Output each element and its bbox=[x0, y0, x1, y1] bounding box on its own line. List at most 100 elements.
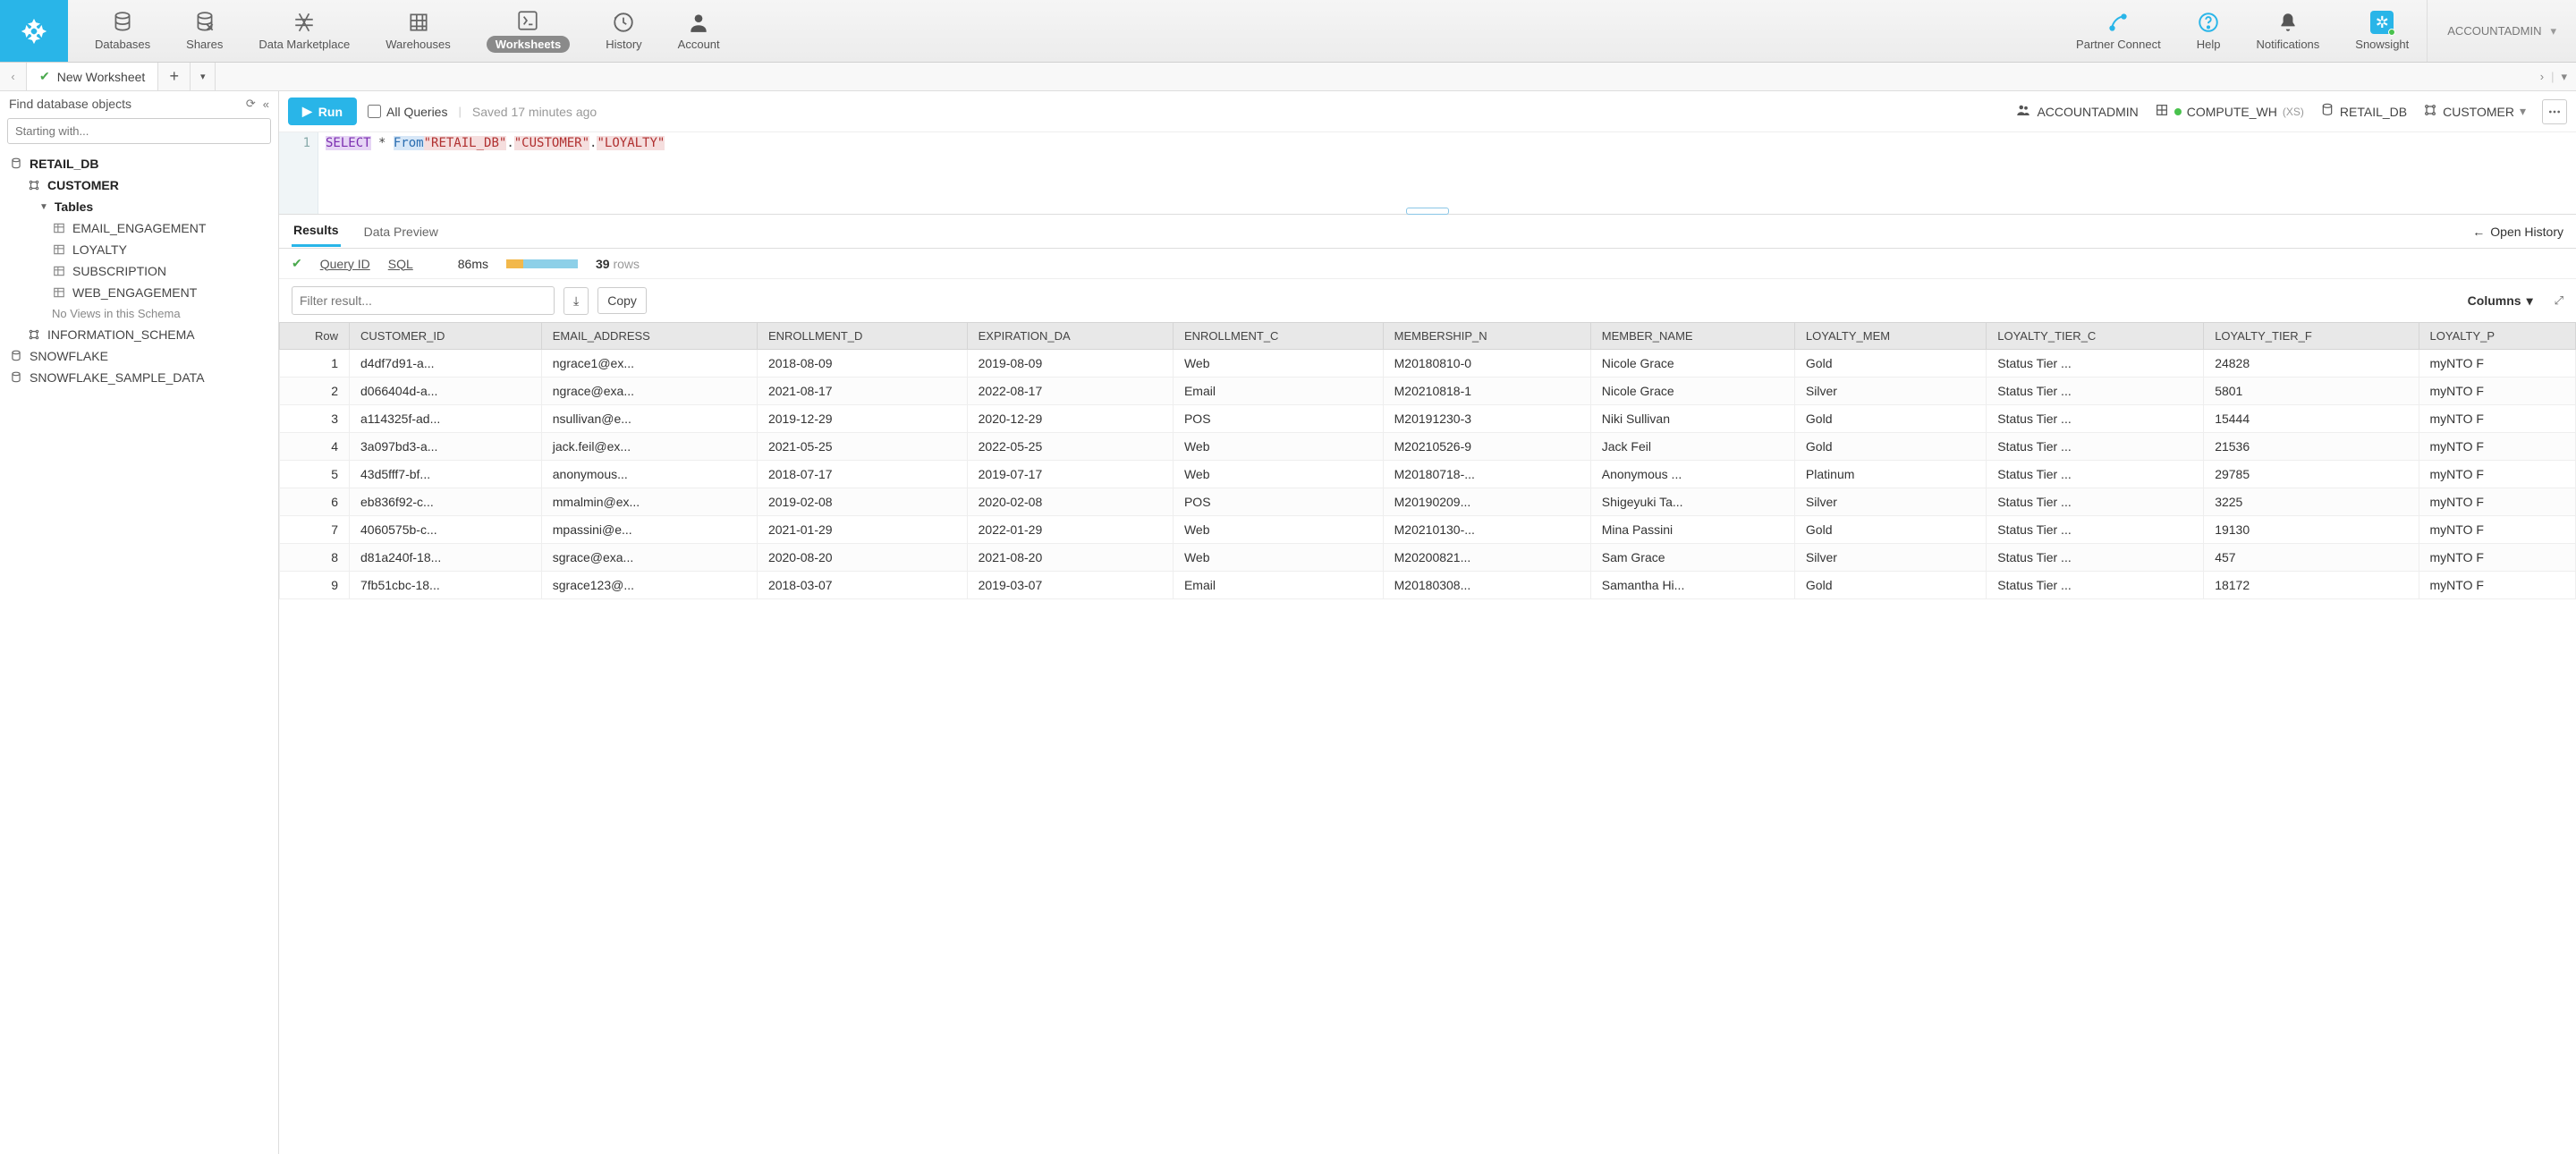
context-role[interactable]: ACCOUNTADMIN bbox=[2015, 102, 2138, 121]
column-header[interactable]: ENROLLMENT_C bbox=[1173, 323, 1383, 350]
column-header[interactable]: LOYALTY_TIER_C bbox=[1987, 323, 2204, 350]
column-header[interactable]: EMAIL_ADDRESS bbox=[541, 323, 757, 350]
new-tab-button[interactable]: + bbox=[158, 63, 191, 90]
table-row[interactable]: 1d4df7d91-a...ngrace1@ex...2018-08-09201… bbox=[280, 350, 2576, 378]
column-header[interactable]: MEMBER_NAME bbox=[1590, 323, 1794, 350]
table-cell: 5801 bbox=[2204, 378, 2419, 405]
sql-link[interactable]: SQL bbox=[388, 257, 413, 271]
table-row[interactable]: 3a114325f-ad...nsullivan@e...2019-12-292… bbox=[280, 405, 2576, 433]
table-cell: Email bbox=[1173, 378, 1383, 405]
nav-notifications[interactable]: Notifications bbox=[2238, 0, 2337, 62]
nav-warehouses[interactable]: Warehouses bbox=[368, 0, 469, 62]
sql-editor[interactable]: 1 SELECT * From"RETAIL_DB"."CUSTOMER"."L… bbox=[279, 132, 2576, 215]
column-header[interactable]: CUSTOMER_ID bbox=[350, 323, 542, 350]
table-row[interactable]: 43a097bd3-a...jack.feil@ex...2021-05-252… bbox=[280, 433, 2576, 461]
nav-databases[interactable]: Databases bbox=[77, 0, 168, 62]
tab-data-preview[interactable]: Data Preview bbox=[362, 217, 440, 246]
refresh-icon[interactable]: ⟳ bbox=[246, 97, 256, 111]
table-cell: 2022-01-29 bbox=[967, 516, 1173, 544]
table-cell: Platinum bbox=[1794, 461, 1986, 488]
column-header[interactable]: Row bbox=[280, 323, 350, 350]
tree-tables-folder[interactable]: ▼ Tables bbox=[5, 196, 273, 217]
table-cell: Gold bbox=[1794, 405, 1986, 433]
context-warehouse[interactable]: COMPUTE_WH (XS) bbox=[2155, 103, 2304, 120]
worksheet-tab[interactable]: ✔ New Worksheet bbox=[27, 63, 158, 90]
tree-table-loyalty[interactable]: LOYALTY bbox=[5, 239, 273, 260]
copy-button[interactable]: Copy bbox=[597, 287, 647, 314]
table-row[interactable]: 74060575b-c...mpassini@e...2021-01-29202… bbox=[280, 516, 2576, 544]
object-search-input[interactable] bbox=[7, 118, 271, 144]
tree-schema-information[interactable]: INFORMATION_SCHEMA bbox=[5, 324, 273, 345]
nav-worksheets[interactable]: Worksheets bbox=[469, 0, 588, 62]
table-row[interactable]: 97fb51cbc-18...sgrace123@...2018-03-0720… bbox=[280, 572, 2576, 599]
table-cell: 1 bbox=[280, 350, 350, 378]
column-header[interactable]: ENROLLMENT_D bbox=[757, 323, 967, 350]
tree-table-subscription[interactable]: SUBSCRIPTION bbox=[5, 260, 273, 282]
tree-db-snowflake[interactable]: SNOWFLAKE bbox=[5, 345, 273, 367]
context-schema[interactable]: CUSTOMER ▾ bbox=[2423, 103, 2526, 120]
logo[interactable] bbox=[0, 0, 68, 62]
table-row[interactable]: 6eb836f92-c...mmalmin@ex...2019-02-08202… bbox=[280, 488, 2576, 516]
expand-icon[interactable]: ⤢ bbox=[2555, 293, 2563, 308]
column-header[interactable]: EXPIRATION_DA bbox=[967, 323, 1173, 350]
tab-dropdown[interactable]: ▾ bbox=[2561, 70, 2567, 84]
table-row[interactable]: 8d81a240f-18...sgrace@exa...2020-08-2020… bbox=[280, 544, 2576, 572]
table-cell: 5 bbox=[280, 461, 350, 488]
column-header[interactable]: MEMBERSHIP_N bbox=[1383, 323, 1590, 350]
column-header[interactable]: LOYALTY_MEM bbox=[1794, 323, 1986, 350]
table-cell: Silver bbox=[1794, 544, 1986, 572]
tab-forward-button[interactable]: › bbox=[2540, 70, 2544, 83]
tab-back-button[interactable]: ‹ bbox=[0, 63, 27, 90]
open-history-link[interactable]: ← Open History bbox=[2472, 225, 2563, 239]
role-icon bbox=[2015, 102, 2031, 121]
database-icon bbox=[9, 349, 23, 363]
table-cell: Status Tier ... bbox=[1987, 433, 2204, 461]
column-header[interactable]: LOYALTY_TIER_F bbox=[2204, 323, 2419, 350]
table-row[interactable]: 543d5fff7-bf...anonymous...2018-07-17201… bbox=[280, 461, 2576, 488]
shares-icon bbox=[193, 11, 216, 34]
table-cell: Email bbox=[1173, 572, 1383, 599]
all-queries-input[interactable] bbox=[368, 105, 381, 118]
columns-button[interactable]: Columns ▾ bbox=[2468, 293, 2533, 309]
collapse-sidebar-icon[interactable]: « bbox=[263, 98, 269, 111]
results-grid[interactable]: RowCUSTOMER_IDEMAIL_ADDRESSENROLLMENT_DE… bbox=[279, 322, 2576, 1154]
no-views-label: No Views in this Schema bbox=[5, 303, 273, 324]
nav-help[interactable]: Help bbox=[2179, 0, 2239, 62]
nav-data-marketplace[interactable]: Data Marketplace bbox=[241, 0, 368, 62]
tree-db-retail[interactable]: RETAIL_DB bbox=[5, 153, 273, 174]
filter-results-input[interactable] bbox=[292, 286, 555, 315]
table-cell: 2020-08-20 bbox=[757, 544, 967, 572]
tree-table-web-engagement[interactable]: WEB_ENGAGEMENT bbox=[5, 282, 273, 303]
table-cell: 2019-02-08 bbox=[757, 488, 967, 516]
download-button[interactable]: ⤓ bbox=[564, 287, 589, 315]
tree-table-email-engagement[interactable]: EMAIL_ENGAGEMENT bbox=[5, 217, 273, 239]
more-menu-button[interactable] bbox=[2542, 99, 2567, 124]
tree-db-snowflake-sample[interactable]: SNOWFLAKE_SAMPLE_DATA bbox=[5, 367, 273, 388]
tab-menu-button[interactable]: ▾ bbox=[191, 63, 216, 90]
tab-title: New Worksheet bbox=[57, 70, 146, 84]
table-cell: mmalmin@ex... bbox=[541, 488, 757, 516]
context-database[interactable]: RETAIL_DB bbox=[2320, 103, 2407, 120]
run-button[interactable]: ▶ Run bbox=[288, 98, 357, 125]
query-id-link[interactable]: Query ID bbox=[320, 257, 370, 271]
nav-account[interactable]: Account bbox=[660, 0, 738, 62]
resize-handle[interactable] bbox=[1406, 208, 1449, 215]
table-cell: Web bbox=[1173, 461, 1383, 488]
results-tabs: Results Data Preview ← Open History bbox=[279, 215, 2576, 249]
table-cell: a114325f-ad... bbox=[350, 405, 542, 433]
table-cell: 3 bbox=[280, 405, 350, 433]
account-role-switcher[interactable]: ACCOUNTADMIN ▾ bbox=[2427, 0, 2576, 62]
nav-partner-connect[interactable]: Partner Connect bbox=[2058, 0, 2179, 62]
table-cell: anonymous... bbox=[541, 461, 757, 488]
table-cell: 7 bbox=[280, 516, 350, 544]
tab-results[interactable]: Results bbox=[292, 216, 341, 247]
tree-schema-customer[interactable]: CUSTOMER bbox=[5, 174, 273, 196]
editor-code[interactable]: SELECT * From"RETAIL_DB"."CUSTOMER"."LOY… bbox=[318, 132, 2576, 214]
all-queries-checkbox[interactable]: All Queries bbox=[368, 105, 447, 119]
nav-shares[interactable]: Shares bbox=[168, 0, 241, 62]
table-cell: myNTO F bbox=[2419, 516, 2575, 544]
column-header[interactable]: LOYALTY_P bbox=[2419, 323, 2575, 350]
nav-snowsight[interactable]: ✲ Snowsight bbox=[2337, 0, 2427, 62]
table-row[interactable]: 2d066404d-a...ngrace@exa...2021-08-17202… bbox=[280, 378, 2576, 405]
nav-history[interactable]: History bbox=[588, 0, 659, 62]
